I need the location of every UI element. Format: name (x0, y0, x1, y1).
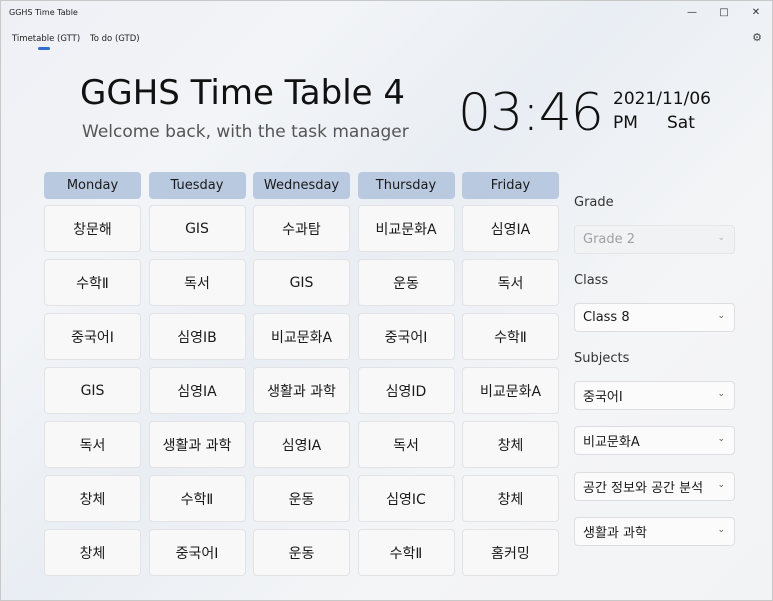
timetable-cell[interactable]: 홈커밍 (462, 529, 559, 576)
tab-timetable[interactable]: Timetable (GTT) (12, 29, 80, 49)
grade-label: Grade (574, 195, 614, 210)
chevron-down-icon: ⌄ (717, 389, 725, 399)
chevron-down-icon: ⌄ (717, 311, 725, 321)
close-icon[interactable]: ✕ (740, 1, 772, 23)
timetable-cell[interactable]: 중국어Ⅰ (44, 313, 141, 360)
window-title: GGHS Time Table (9, 7, 78, 17)
day-header-tuesday: Tuesday (148, 172, 246, 199)
timetable-cell[interactable]: 심영ⅠA (148, 367, 246, 414)
timetable-cell[interactable]: GIS (44, 367, 141, 414)
class-label: Class (574, 273, 609, 288)
timetable-cell[interactable]: 수학Ⅱ (148, 475, 246, 522)
subject-select[interactable]: 생활과 과학 ⌄ (574, 517, 735, 546)
subject-value: 생활과 과학 (583, 526, 647, 541)
chevron-down-icon: ⌄ (717, 434, 725, 444)
timetable-cell[interactable]: 창체 (44, 475, 141, 522)
minimize-icon[interactable]: — (676, 1, 708, 23)
subject-select[interactable]: 공간 정보와 공간 분석 ⌄ (574, 472, 735, 501)
chevron-down-icon: ⌄ (717, 525, 725, 535)
timetable-cell[interactable]: 심영ⅠB (148, 313, 246, 360)
timetable-cell[interactable]: 운동 (253, 529, 350, 576)
clock-weekday: Sat (667, 113, 695, 133)
timetable-cell[interactable]: 비교문화A (462, 367, 559, 414)
subject-value: 공간 정보와 공간 분석 (583, 481, 704, 496)
timetable-cell[interactable]: 독서 (357, 421, 455, 468)
timetable-cell[interactable]: 생활과 과학 (148, 421, 246, 468)
timetable-cell[interactable]: 심영ⅠD (357, 367, 455, 414)
timetable-cell[interactable]: 창체 (44, 529, 141, 576)
timetable-cell[interactable]: 운동 (357, 259, 455, 306)
grade-select: Grade 2 ⌄ (574, 225, 735, 254)
timetable-cell[interactable]: 운동 (253, 475, 350, 522)
timetable-cell[interactable]: 심영ⅠA (253, 421, 350, 468)
class-select[interactable]: Class 8 ⌄ (574, 303, 735, 332)
tab-todo[interactable]: To do (GTD) (90, 29, 140, 49)
timetable-cell[interactable]: GIS (253, 259, 350, 306)
timetable-cell[interactable]: 생활과 과학 (253, 367, 350, 414)
timetable-cell[interactable]: 중국어Ⅰ (148, 529, 246, 576)
page-title: GGHS Time Table 4 (80, 73, 406, 113)
subject-value: 중국어Ⅰ (583, 390, 623, 405)
tab-selected-indicator (38, 47, 50, 50)
timetable-cell[interactable]: 독서 (44, 421, 141, 468)
subjects-label: Subjects (574, 351, 630, 366)
day-header-monday: Monday (44, 172, 141, 199)
chevron-down-icon: ⌄ (717, 233, 725, 243)
day-header-thursday: Thursday (357, 172, 455, 199)
grade-value: Grade 2 (583, 232, 636, 247)
timetable-cell[interactable]: 수학Ⅱ (462, 313, 559, 360)
title-bar: GGHS Time Table — □ ✕ (1, 1, 772, 23)
clock-ampm: PM (613, 113, 638, 133)
timetable-cell[interactable]: 비교문화A (253, 313, 350, 360)
clock-date: 2021/11/06 (613, 89, 711, 109)
class-value: Class 8 (583, 310, 630, 325)
day-header-wednesday: Wednesday (253, 172, 350, 199)
timetable-cell[interactable]: 수학Ⅱ (44, 259, 141, 306)
subject-select[interactable]: 비교문화A ⌄ (574, 426, 735, 455)
window-controls: — □ ✕ (676, 1, 772, 23)
app-window: GGHS Time Table — □ ✕ Timetable (GTT) To… (0, 0, 773, 601)
timetable-cell[interactable]: 독서 (462, 259, 559, 306)
tab-bar: Timetable (GTT) To do (GTD) ⚙ (1, 29, 772, 51)
clock-time: 03:46 (458, 83, 604, 143)
maximize-icon[interactable]: □ (708, 1, 740, 23)
timetable-cell[interactable]: 비교문화A (357, 205, 455, 252)
timetable-cell[interactable]: 독서 (148, 259, 246, 306)
timetable-cell[interactable]: 심영ⅠA (462, 205, 559, 252)
page-subtitle: Welcome back, with the task manager (82, 122, 409, 142)
timetable-cell[interactable]: 창체 (462, 421, 559, 468)
gear-icon[interactable]: ⚙ (752, 31, 762, 44)
day-header-friday: Friday (462, 172, 559, 199)
chevron-down-icon: ⌄ (717, 480, 725, 490)
timetable-cell[interactable]: 창문해 (44, 205, 141, 252)
timetable-cell[interactable]: 창체 (462, 475, 559, 522)
timetable-cell[interactable]: GIS (148, 205, 246, 252)
subject-select[interactable]: 중국어Ⅰ ⌄ (574, 381, 735, 410)
timetable-cell[interactable]: 중국어Ⅰ (357, 313, 455, 360)
subject-value: 비교문화A (583, 435, 640, 450)
timetable-cell[interactable]: 수과탐 (253, 205, 350, 252)
timetable-cell[interactable]: 수학Ⅱ (357, 529, 455, 576)
timetable-cell[interactable]: 심영ⅠC (357, 475, 455, 522)
